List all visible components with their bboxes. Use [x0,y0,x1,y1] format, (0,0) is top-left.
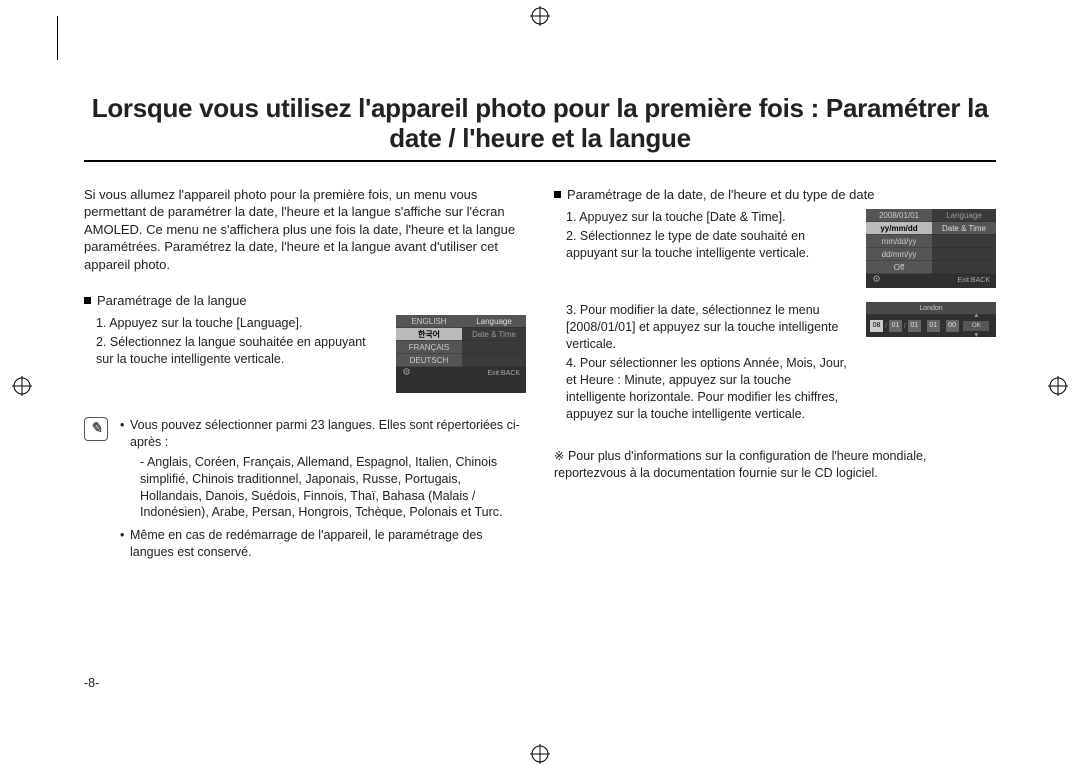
down-arrow-icon: ▼ [973,332,979,341]
crop-mark [57,16,58,60]
lcd-menu-language: Language [462,315,526,328]
note-body: Vous pouvez sélectionner parmi 23 langue… [120,417,526,567]
lcd-sep: / [885,322,887,331]
lcd-lang-item: FRANÇAIS [396,341,462,354]
note-line-2: Même en cas de redémarrage de l'appareil… [120,527,526,561]
lcd-day-box: 01 [908,320,921,332]
lcd-minute-box: 00 [946,320,959,332]
lcd-lang-item: ENGLISH [396,315,462,328]
lcd-sep: : [942,322,944,331]
lcd-ok-button: OK [963,321,989,331]
lcd-hour-box: 01 [927,320,940,332]
lcd-dateformat-selected: yy/mm/dd [866,222,932,235]
lcd-exit-label: Exit:BACK [487,367,520,381]
note-line-1: Vous pouvez sélectionner parmi 23 langue… [130,418,520,449]
lcd-datetime-screen: London 08 / 01 / 01 01 : 00 ▲ OK ▼ [866,302,996,337]
page-number: -8- [84,675,99,692]
right-column: Paramétrage de la date, de l'heure et du… [554,186,996,567]
lcd-menu-language: Language [932,209,996,222]
up-arrow-icon: ▲ [973,312,979,321]
lcd-language-screen: ENGLISHLanguage 한국어Date & Time FRANÇAIS … [396,315,526,393]
date-heading-text: Paramétrage de la date, de l'heure et du… [567,187,874,202]
lcd-month-box: 01 [889,320,902,332]
date-step-4: 4. Pour sélectionner les options Année, … [566,355,852,423]
lcd-year-box: 08 [870,320,883,332]
note-icon: ✎ [84,417,108,441]
lang-step-2: 2. Sélectionnez la langue souhaitée en a… [96,334,382,368]
lcd-sep: / [904,322,906,331]
gear-icon [402,367,411,376]
lcd-dateformat-item: Off [866,261,932,274]
bullet-square-icon [554,191,561,198]
lcd-lang-item: DEUTSCH [396,354,462,367]
page-title: Lorsque vous utilisez l'appareil photo p… [84,94,996,154]
date-step-3: 3. Pour modifier la date, sélectionnez l… [566,302,852,353]
registration-mark-icon [1048,376,1068,396]
lcd-menu-datetime: Date & Time [932,222,996,235]
lcd-dateformat-screen: 2008/01/01Language yy/mm/ddDate & Time m… [866,209,996,288]
registration-mark-icon [530,6,550,26]
world-time-note: ※ Pour plus d'informations sur la config… [554,448,996,482]
title-underline [84,160,996,162]
lcd-dateformat-item: mm/dd/yy [866,235,932,248]
intro-paragraph: Si vous allumez l'appareil photo pour la… [84,186,526,274]
date-section-heading: Paramétrage de la date, de l'heure et du… [554,186,996,204]
bullet-square-icon [84,297,91,304]
note-languages-list: - Anglais, Coréen, Français, Allemand, E… [130,451,526,522]
lcd-menu-datetime: Date & Time [462,328,526,341]
registration-mark-icon [530,744,550,764]
lcd-lang-item-selected: 한국어 [396,328,462,341]
lang-step-1: 1. Appuyez sur la touche [Language]. [96,315,382,332]
lcd-currentdate: 2008/01/01 [866,209,932,222]
lcd-dateformat-item: dd/mm/yy [866,248,932,261]
lang-section-heading: Paramétrage de la langue [84,292,526,310]
left-column: Si vous allumez l'appareil photo pour la… [84,186,526,567]
lang-heading-text: Paramétrage de la langue [97,293,247,308]
gear-icon [872,274,881,283]
lcd-exit-label: Exit:BACK [957,274,990,288]
registration-mark-icon [12,376,32,396]
date-step-2: 2. Sélectionnez le type de date souhaité… [566,228,852,262]
date-step-1: 1. Appuyez sur la touche [Date & Time]. [566,209,852,226]
